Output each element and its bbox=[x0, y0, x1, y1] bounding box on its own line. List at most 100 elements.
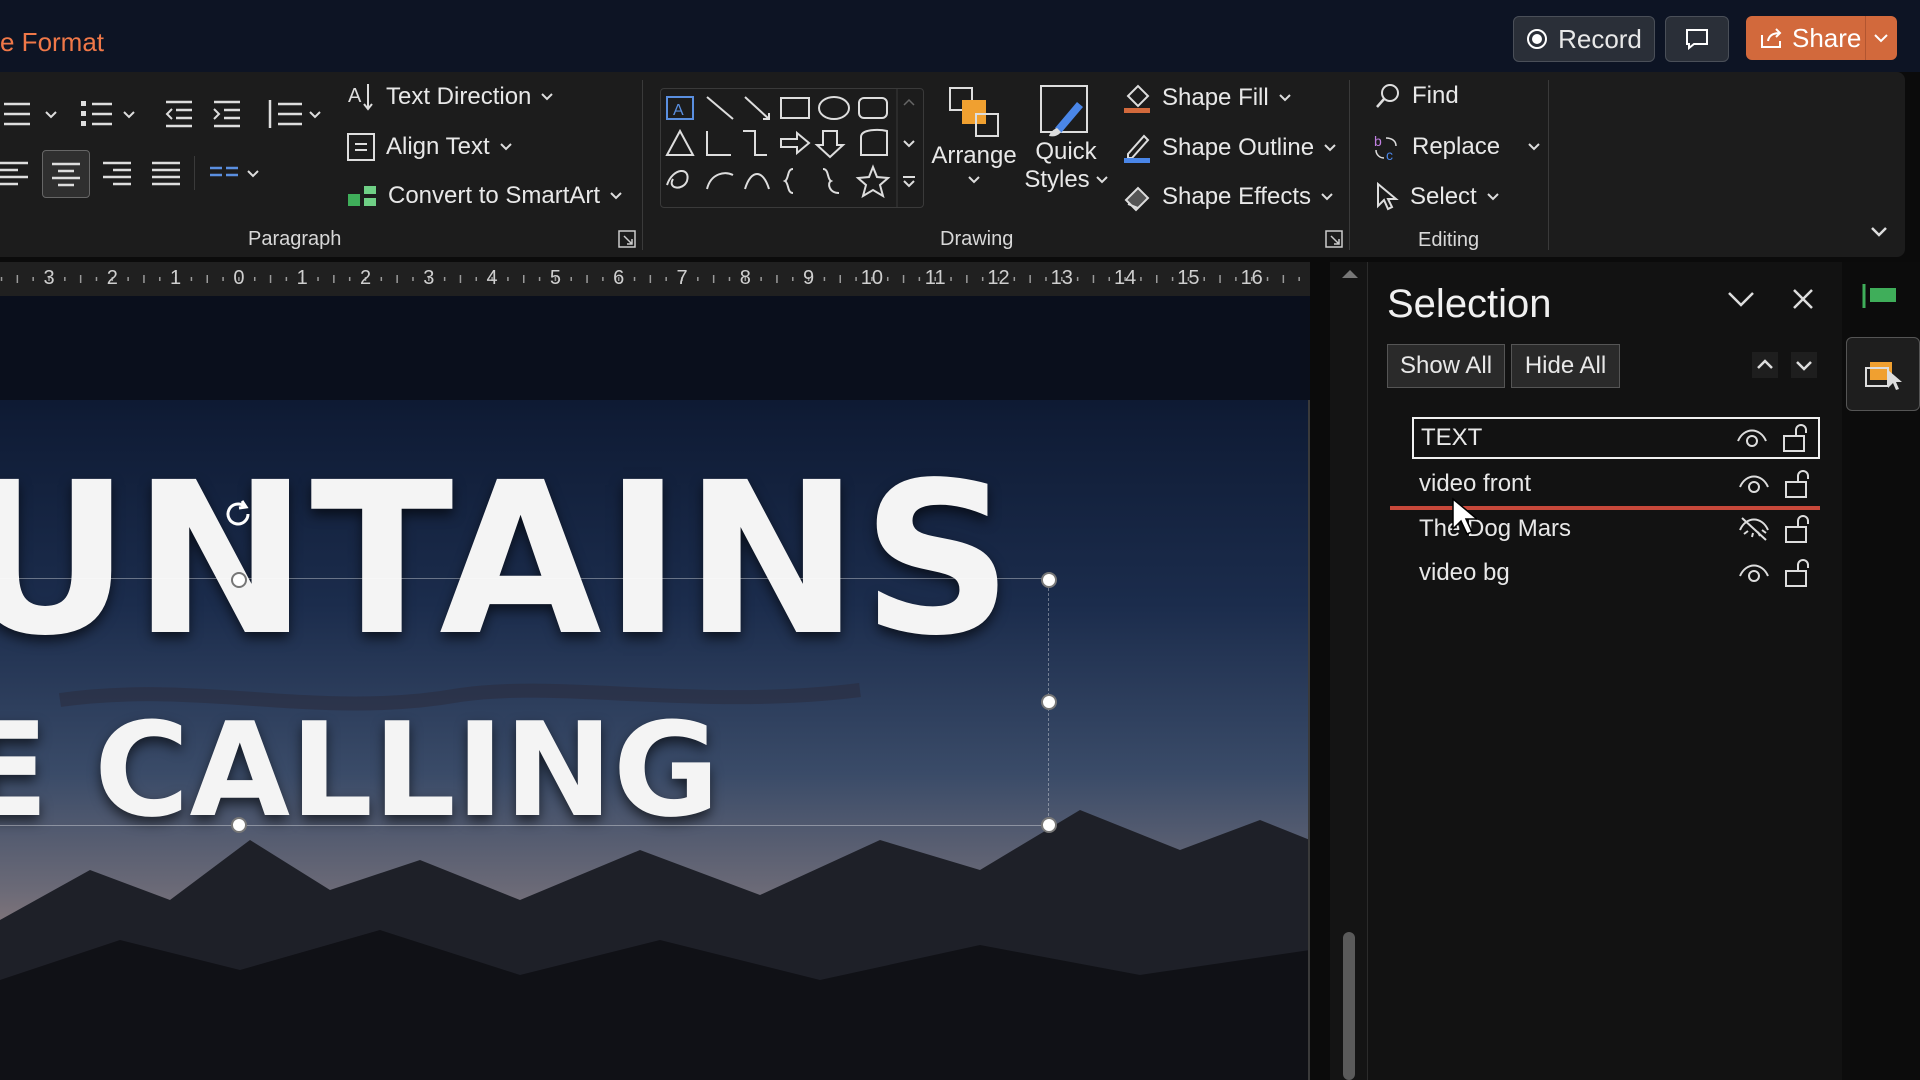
eye-hidden-icon[interactable] bbox=[1734, 516, 1774, 542]
eye-icon[interactable] bbox=[1734, 473, 1774, 495]
align-left-button[interactable] bbox=[0, 158, 34, 188]
eye-icon[interactable] bbox=[1734, 562, 1774, 584]
selection-pane-title: Selection bbox=[1387, 282, 1552, 326]
replace-button[interactable]: bc Replace bbox=[1372, 132, 1540, 162]
ruler-number: 11 bbox=[924, 267, 946, 289]
share-main[interactable]: Share bbox=[1746, 16, 1865, 60]
paragraph-dialog-launcher[interactable] bbox=[618, 230, 636, 248]
close-pane-button[interactable] bbox=[1792, 288, 1814, 310]
selection-pane-toggle[interactable] bbox=[1846, 337, 1920, 411]
ruler-number: 7 bbox=[676, 267, 688, 289]
chevron-down-icon bbox=[1728, 292, 1754, 307]
line-spacing-button[interactable] bbox=[264, 96, 324, 132]
chevron-down-icon bbox=[1324, 144, 1336, 152]
collapse-ribbon-button[interactable] bbox=[1870, 226, 1888, 238]
designer-icon bbox=[1862, 284, 1896, 308]
send-backward-button[interactable] bbox=[1791, 352, 1817, 378]
chevron-down-icon bbox=[1528, 143, 1540, 151]
numbering-button[interactable] bbox=[78, 96, 140, 132]
shape-effects-button[interactable]: Shape Effects bbox=[1122, 182, 1333, 212]
vertical-scrollbar[interactable] bbox=[1330, 262, 1370, 1080]
resize-handle[interactable] bbox=[1041, 694, 1057, 710]
show-all-button[interactable]: Show All bbox=[1387, 344, 1505, 388]
record-button[interactable]: Record bbox=[1513, 16, 1655, 62]
svg-text:b: b bbox=[1374, 133, 1382, 149]
selection-frame bbox=[0, 578, 1049, 826]
record-label: Record bbox=[1558, 23, 1642, 54]
ruler-number: 1 bbox=[170, 267, 182, 289]
shapes-gallery-icons: A bbox=[665, 89, 915, 207]
align-left-icon bbox=[0, 161, 28, 186]
quick-styles-button[interactable]: Quick Styles bbox=[1024, 84, 1108, 204]
resize-handle[interactable] bbox=[1041, 572, 1057, 588]
svg-text:c: c bbox=[1386, 147, 1393, 162]
bring-forward-button[interactable] bbox=[1752, 352, 1778, 378]
decrease-indent-button[interactable] bbox=[162, 96, 196, 132]
chevron-down-icon bbox=[1279, 94, 1291, 102]
share-label: Share bbox=[1792, 22, 1862, 53]
unlock-icon[interactable] bbox=[1772, 423, 1818, 453]
columns-button[interactable] bbox=[208, 160, 264, 188]
align-text-button[interactable]: Align Text bbox=[346, 132, 512, 162]
align-text-label: Align Text bbox=[386, 133, 490, 160]
resize-handle[interactable] bbox=[231, 572, 247, 588]
increase-indent-button[interactable] bbox=[210, 96, 244, 132]
replace-icon: bc bbox=[1374, 133, 1397, 162]
chevron-down-icon bbox=[1871, 227, 1887, 237]
pane-options-button[interactable] bbox=[1727, 290, 1755, 308]
unlock-icon[interactable] bbox=[1774, 558, 1820, 588]
scroll-up-icon bbox=[1342, 270, 1358, 278]
arrange-button[interactable]: Arrange bbox=[931, 84, 1017, 204]
line-spacing-icon bbox=[268, 100, 321, 128]
resize-handle[interactable] bbox=[1041, 817, 1057, 833]
bullets-button[interactable] bbox=[0, 96, 62, 132]
ruler-number: 5 bbox=[549, 267, 561, 289]
designer-button[interactable] bbox=[1862, 282, 1898, 310]
hide-all-button[interactable]: Hide All bbox=[1511, 344, 1620, 388]
align-text-icon bbox=[347, 133, 375, 161]
convert-to-smartart-button[interactable]: Convert to SmartArt bbox=[346, 182, 622, 210]
replace-label: Replace bbox=[1412, 133, 1501, 160]
align-right-button[interactable] bbox=[102, 158, 132, 188]
separator bbox=[1349, 80, 1350, 250]
resize-handle[interactable] bbox=[231, 817, 247, 833]
unlock-icon[interactable] bbox=[1774, 514, 1820, 544]
shape-effects-icon bbox=[1124, 186, 1150, 212]
layer-name[interactable]: TEXT bbox=[1414, 424, 1732, 452]
paragraph-group-label: Paragraph bbox=[248, 228, 342, 250]
justify-icon bbox=[152, 161, 180, 186]
justify-button[interactable] bbox=[151, 158, 181, 188]
shape-fill-label: Shape Fill bbox=[1162, 84, 1269, 111]
select-button[interactable]: Select bbox=[1374, 182, 1499, 212]
share-dropdown[interactable] bbox=[1866, 16, 1897, 60]
scrollbar-thumb[interactable] bbox=[1343, 932, 1355, 1080]
ruler-number: 16 bbox=[1240, 267, 1263, 289]
ruler-number: 15 bbox=[1177, 267, 1200, 289]
ruler-number: 2 bbox=[359, 267, 372, 289]
quick-styles-label-2: Styles bbox=[1024, 166, 1090, 193]
chevron-down-icon bbox=[1321, 193, 1333, 201]
drawing-dialog-launcher[interactable] bbox=[1325, 230, 1343, 248]
shape-outline-button[interactable]: Shape Outline bbox=[1122, 132, 1336, 164]
layer-name[interactable]: video front bbox=[1412, 470, 1734, 498]
unlock-icon[interactable] bbox=[1774, 469, 1820, 499]
ruler-number: 6 bbox=[613, 267, 625, 289]
align-center-button[interactable] bbox=[42, 150, 90, 198]
layer-item[interactable]: video bg bbox=[1412, 552, 1820, 594]
find-button[interactable]: Find bbox=[1374, 82, 1459, 110]
text-direction-button[interactable]: A Text Direction bbox=[348, 82, 554, 112]
rotate-handle[interactable] bbox=[222, 498, 254, 530]
eye-icon[interactable] bbox=[1732, 427, 1772, 449]
shape-fill-button[interactable]: Shape Fill bbox=[1122, 82, 1291, 114]
ruler-number: 9 bbox=[803, 267, 815, 289]
tab-shape-format[interactable]: e Format bbox=[0, 27, 104, 58]
text-direction-icon: A bbox=[348, 84, 373, 111]
layer-item[interactable]: TEXT bbox=[1412, 417, 1820, 459]
share-button[interactable]: Share bbox=[1746, 16, 1897, 60]
shapes-gallery[interactable]: A bbox=[660, 88, 924, 208]
cursor-arrow-icon bbox=[1377, 182, 1399, 211]
layer-name[interactable]: video bg bbox=[1412, 559, 1734, 587]
cursor-arrow-icon bbox=[1452, 497, 1477, 535]
chevron-down-icon bbox=[1791, 352, 1817, 378]
comments-button[interactable] bbox=[1665, 16, 1729, 62]
